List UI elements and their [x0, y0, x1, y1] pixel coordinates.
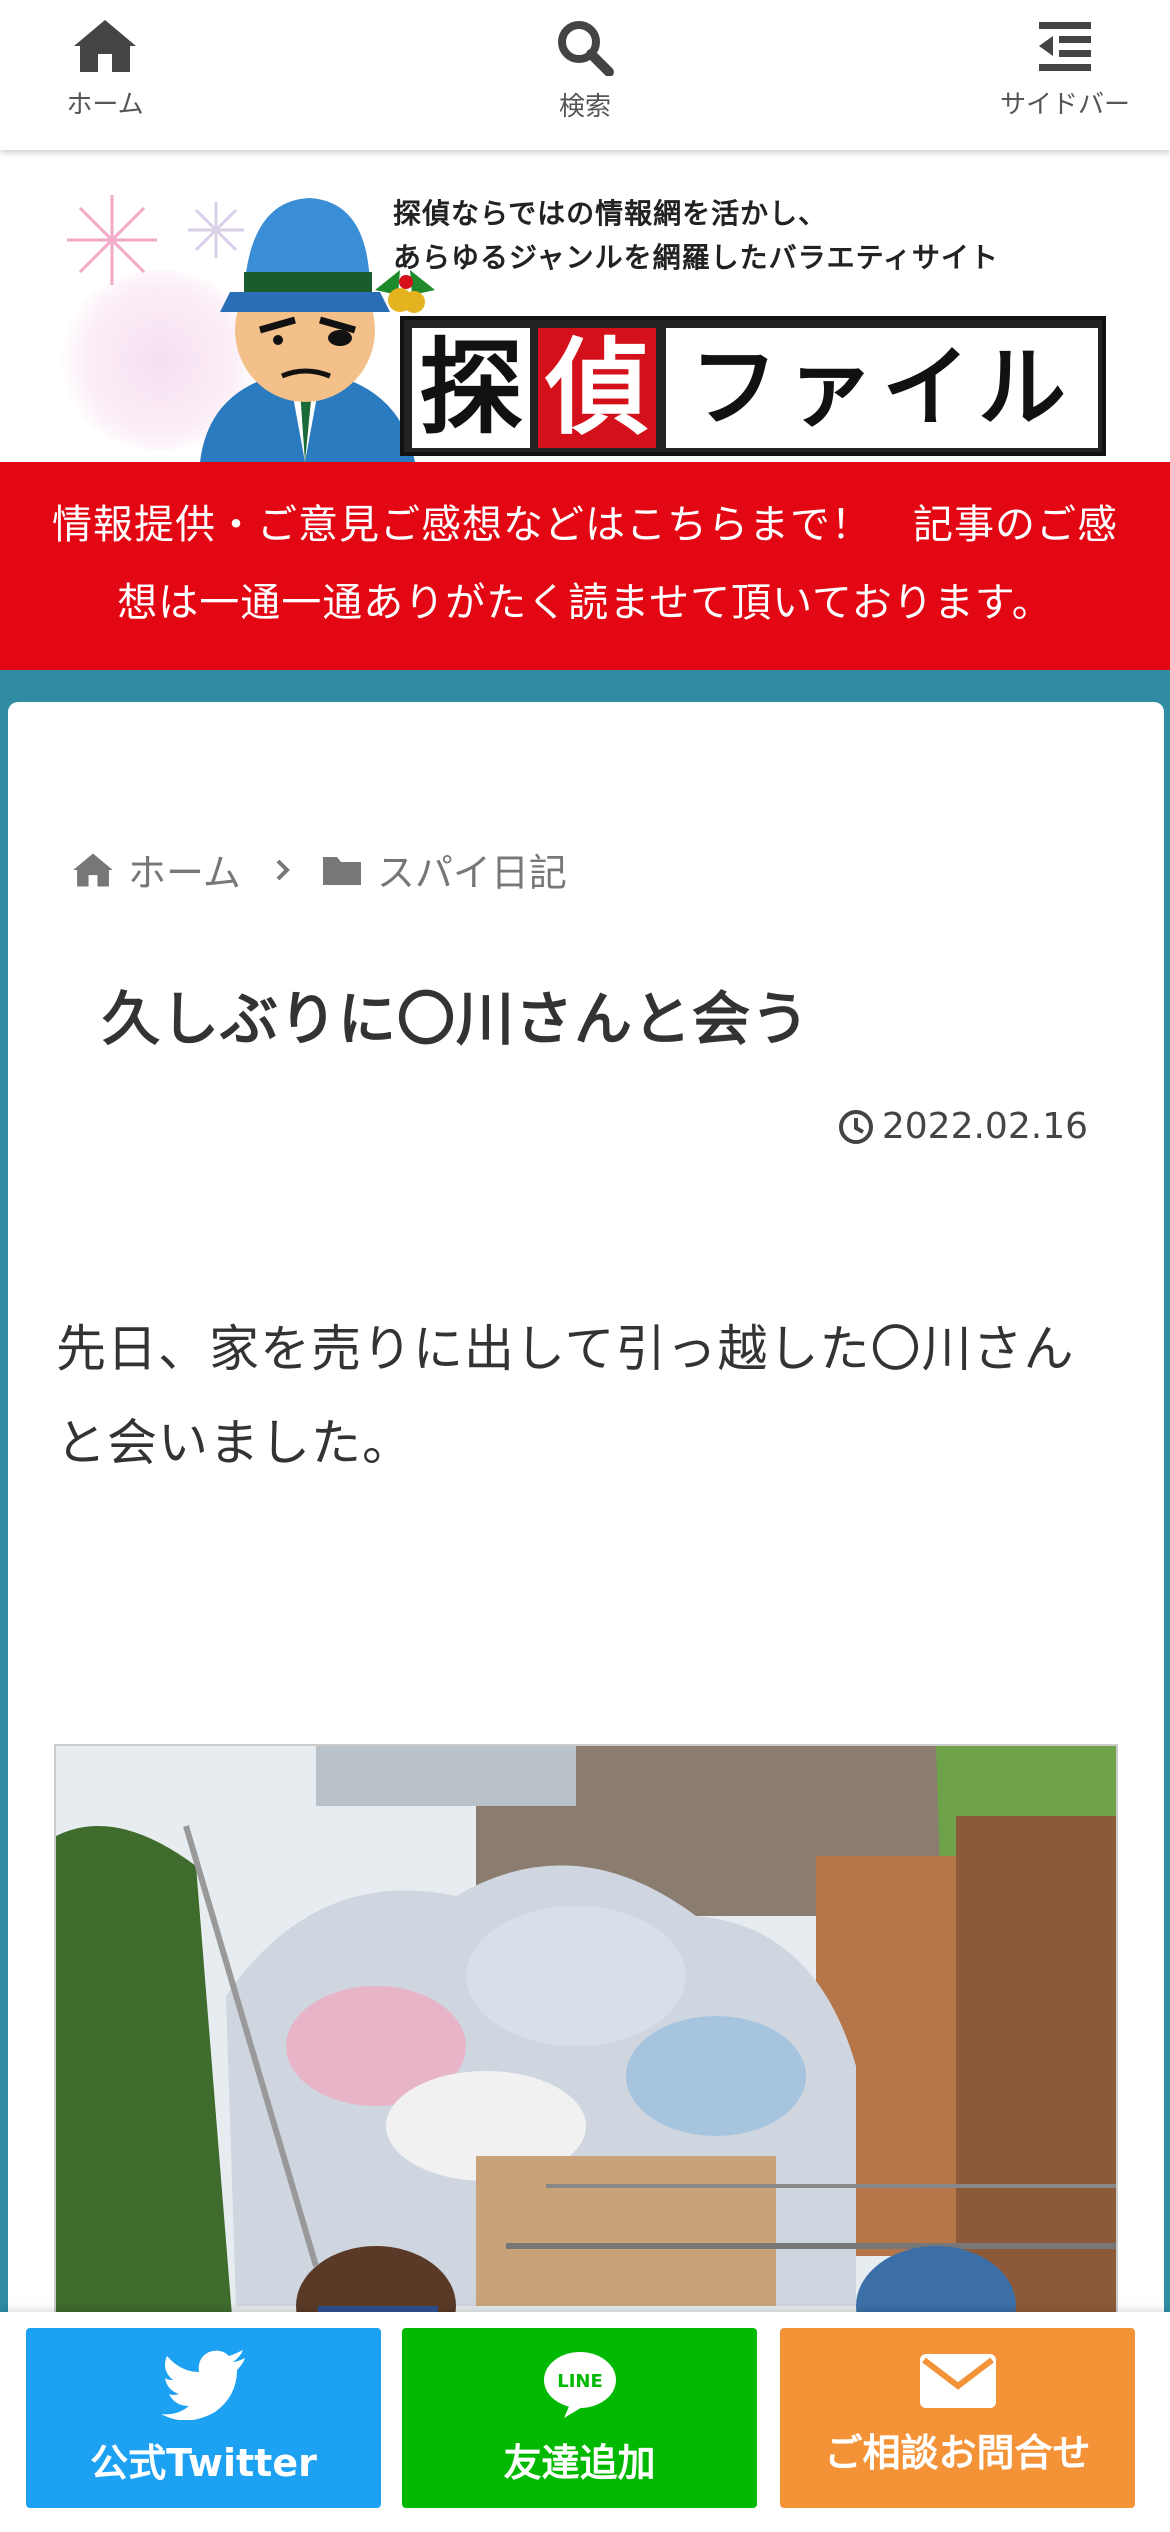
article-photo-image	[56, 1746, 1116, 2362]
folder-icon	[322, 856, 361, 885]
nav-home-label: ホーム	[66, 90, 144, 120]
snowflake-icon	[67, 195, 157, 285]
article-date-text: 2022.02.16	[881, 1106, 1088, 1147]
home-icon	[74, 20, 136, 72]
bottom-cta-bar: 公式Twitter LINE 友達追加 ご相談お問合せ	[0, 2312, 1170, 2532]
logo-char-tan: 探	[412, 328, 530, 448]
site-logo[interactable]: 探 偵 ファイル	[400, 316, 1106, 456]
chevron-right-icon	[276, 859, 290, 880]
nav-search-button[interactable]: 検索	[485, 18, 685, 123]
clock-icon	[838, 1109, 873, 1144]
twitter-cta-label: 公式Twitter	[90, 2441, 317, 2485]
line-icon-text: LINE	[557, 2371, 603, 2392]
nav-sidebar-label: サイドバー	[999, 90, 1130, 120]
breadcrumb-home-label: ホーム	[128, 851, 241, 895]
tagline-line-2: あらゆるジャンルを網羅したバラエティサイト	[393, 241, 999, 274]
home-icon	[73, 852, 113, 887]
line-app-icon: LINE	[543, 2352, 616, 2418]
nav-home-button[interactable]: ホーム	[5, 18, 205, 121]
twitter-cta-button[interactable]: 公式Twitter	[26, 2328, 381, 2508]
contact-cta-button[interactable]: ご相談お問合せ	[780, 2328, 1135, 2508]
nav-search-label: 検索	[558, 92, 611, 122]
contact-cta-label: ご相談お問合せ	[824, 2431, 1091, 2475]
site-tagline: 探偵ならではの情報網を活かし、 あらゆるジャンルを網羅したバラエティサイト	[393, 192, 999, 280]
sidebar-toggle-icon	[1039, 22, 1091, 71]
article-card: ホーム スパイ日記 久しぶりに〇川さんと会う 2022.02.16 先日、家を売…	[8, 702, 1164, 2532]
breadcrumb-home-link[interactable]: ホーム	[72, 842, 241, 897]
article-photo[interactable]	[54, 1744, 1118, 2364]
article-body-paragraph: 先日、家を売りに出して引っ越した〇川さんと会いました。	[56, 1320, 1075, 1472]
breadcrumb-category-link[interactable]: スパイ日記	[321, 842, 567, 897]
line-cta-button[interactable]: LINE 友達追加	[402, 2328, 757, 2508]
site-header-banner[interactable]: 探偵ならではの情報網を活かし、 あらゆるジャンルを網羅したバラエティサイト 探 …	[0, 150, 1170, 462]
tagline-line-1: 探偵ならではの情報網を活かし、	[393, 197, 828, 230]
breadcrumb-category-label: スパイ日記	[376, 851, 567, 895]
nav-sidebar-button[interactable]: サイドバー	[965, 18, 1165, 121]
logo-text-file: ファイル	[666, 328, 1098, 448]
search-icon	[558, 21, 614, 76]
logo-char-tei: 偵	[538, 328, 656, 448]
top-navigation: ホーム 検索 サイドバー	[0, 0, 1170, 150]
breadcrumb: ホーム スパイ日記	[72, 842, 567, 897]
article-title: 久しぶりに〇川さんと会う	[102, 985, 811, 1053]
line-cta-label: 友達追加	[503, 2441, 656, 2485]
contact-notice-banner[interactable]: 情報提供・ご意見ご感想などはこちらまで！ 記事のご感想は一通一通ありがたく読ませ…	[0, 462, 1170, 670]
mail-icon	[919, 2354, 996, 2408]
article-date: 2022.02.16	[838, 1106, 1088, 1147]
notice-text: 情報提供・ご意見ご感想などはこちらまで！ 記事のご感想は一通一通ありがたく読ませ…	[52, 502, 1118, 626]
twitter-bird-icon	[160, 2350, 245, 2420]
